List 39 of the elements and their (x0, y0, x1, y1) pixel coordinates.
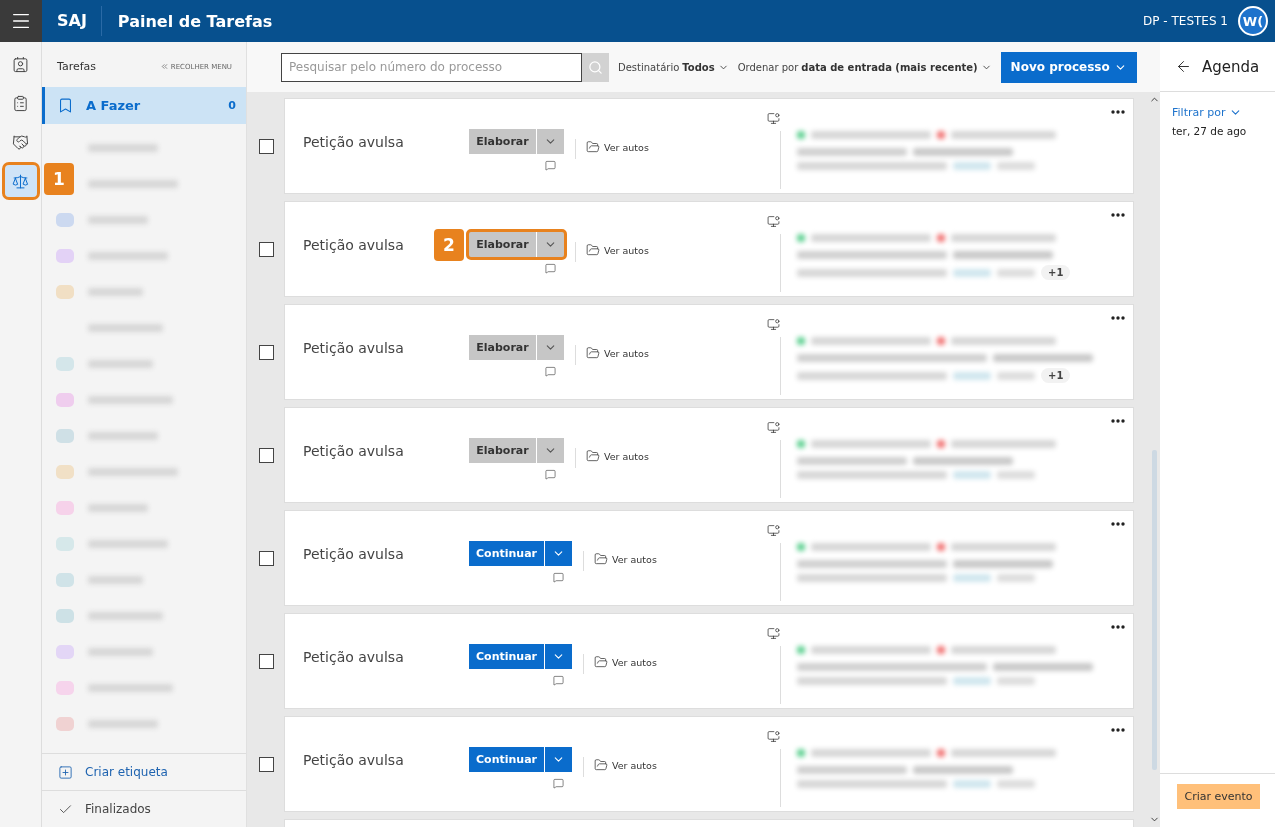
agenda-title: Agenda (1202, 57, 1260, 76)
user-name: DP - TESTES 1 (1143, 14, 1228, 28)
task-title: Petição avulsa (303, 134, 404, 150)
recipient-filter[interactable]: Destinatário Todos (618, 61, 729, 73)
callout-badge: 1 (44, 163, 74, 195)
view-records-link[interactable]: Ver autos (594, 550, 657, 568)
extra-count-badge: +1 (1041, 265, 1071, 280)
view-records-link[interactable]: Ver autos (586, 344, 649, 362)
create-event-button[interactable]: Criar evento (1177, 784, 1260, 809)
avatar[interactable]: W( (1238, 6, 1268, 36)
new-process-button[interactable]: Novo processo (1000, 51, 1137, 83)
action-button[interactable]: Continuar (469, 541, 544, 566)
view-records-link[interactable]: Ver autos (586, 447, 649, 465)
task-title: Petição avulsa (303, 752, 404, 768)
action-button[interactable]: Elaborar (469, 438, 536, 463)
action-button[interactable]: Elaborar (469, 232, 536, 257)
sort-filter[interactable]: Ordenar por data de entrada (mais recente) (737, 61, 992, 73)
action-button[interactable]: Continuar (469, 747, 544, 772)
filter-dropdown[interactable]: Filtrar por (1172, 106, 1243, 119)
action-button[interactable]: Continuar (469, 644, 544, 669)
page-title: Painel de Tarefas (116, 11, 274, 31)
task-title: Petição avulsa (303, 546, 404, 562)
sidebar-title: Tarefas (57, 60, 97, 73)
action-button[interactable]: Elaborar (469, 129, 536, 154)
brand-name: SAJ (42, 6, 102, 36)
view-records-link[interactable]: Ver autos (586, 138, 649, 156)
action-button[interactable]: Elaborar (469, 335, 536, 360)
task-title: Petição avulsa (303, 340, 404, 356)
callout-badge: 2 (434, 229, 464, 261)
search-field[interactable]: Pesquisar pelo número do processo (281, 52, 582, 82)
view-records-link[interactable]: Ver autos (586, 241, 649, 259)
view-records-link[interactable]: Ver autos (594, 756, 657, 774)
task-title: Petição avulsa (303, 237, 404, 253)
agenda-date: ter, 27 de ago (1172, 125, 1248, 137)
extra-count-badge: +1 (1041, 368, 1071, 383)
sidebar-item[interactable]: A Fazer 0 (42, 87, 246, 124)
task-title: Petição avulsa (303, 443, 404, 459)
view-records-link[interactable]: Ver autos (594, 653, 657, 671)
task-title: Petição avulsa (303, 649, 404, 665)
